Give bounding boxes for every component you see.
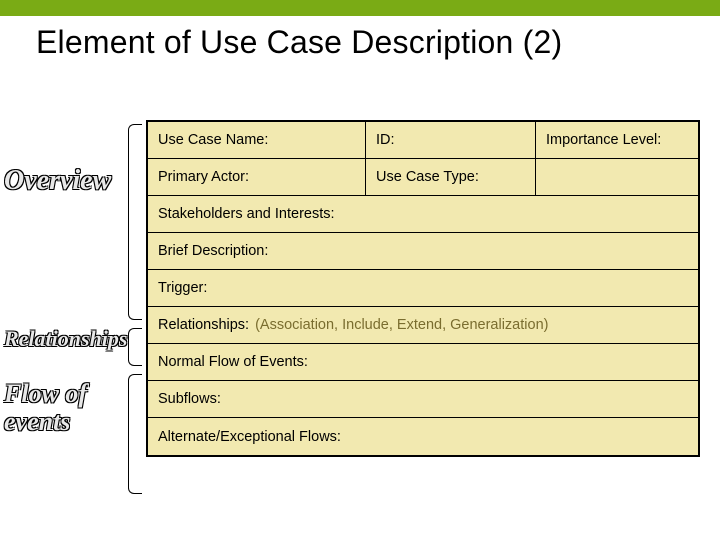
cell-importance-level: Importance Level: [536,122,698,158]
table-row: Brief Description: [148,233,698,270]
table-row: Trigger: [148,270,698,307]
brace-flow [128,374,142,494]
page-title: Element of Use Case Description (2) [36,24,562,61]
cell-use-case-name: Use Case Name: [148,122,366,158]
table-row: Alternate/Exceptional Flows: [148,418,698,455]
table-row: Relationships: (Association, Include, Ex… [148,307,698,344]
label-flow-of-events: Flow of events [4,380,136,435]
table-row: Normal Flow of Events: [148,344,698,381]
table-row: Subflows: [148,381,698,418]
cell-subflows: Subflows: [148,381,698,417]
use-case-table: Use Case Name: ID: Importance Level: Pri… [146,120,700,457]
label-relationships: Relationships [4,327,136,350]
slide: Element of Use Case Description (2) Over… [0,0,720,540]
cell-relationships-label: Relationships: [158,317,249,333]
cell-relationships-detail: (Association, Include, Extend, Generaliz… [255,317,548,333]
side-labels: Overview Relationships Flow of events [4,120,136,435]
table-row: Stakeholders and Interests: [148,196,698,233]
cell-stakeholders: Stakeholders and Interests: [148,196,698,232]
accent-bar [0,0,720,16]
cell-use-case-type: Use Case Type: [366,159,536,195]
table-row: Primary Actor: Use Case Type: [148,159,698,196]
brace-relationships [128,328,142,366]
cell-primary-actor: Primary Actor: [148,159,366,195]
cell-empty [536,159,698,195]
label-overview: Overview [4,166,136,195]
label-flow-line2: events [4,407,70,436]
cell-id: ID: [366,122,536,158]
cell-relationships: Relationships: (Association, Include, Ex… [148,307,698,343]
cell-alternate-flows: Alternate/Exceptional Flows: [148,418,698,455]
table-row: Use Case Name: ID: Importance Level: [148,122,698,159]
cell-normal-flow: Normal Flow of Events: [148,344,698,380]
label-flow-line1: Flow of [4,379,87,408]
brace-overview [128,124,142,320]
cell-brief-description: Brief Description: [148,233,698,269]
cell-trigger: Trigger: [148,270,698,306]
